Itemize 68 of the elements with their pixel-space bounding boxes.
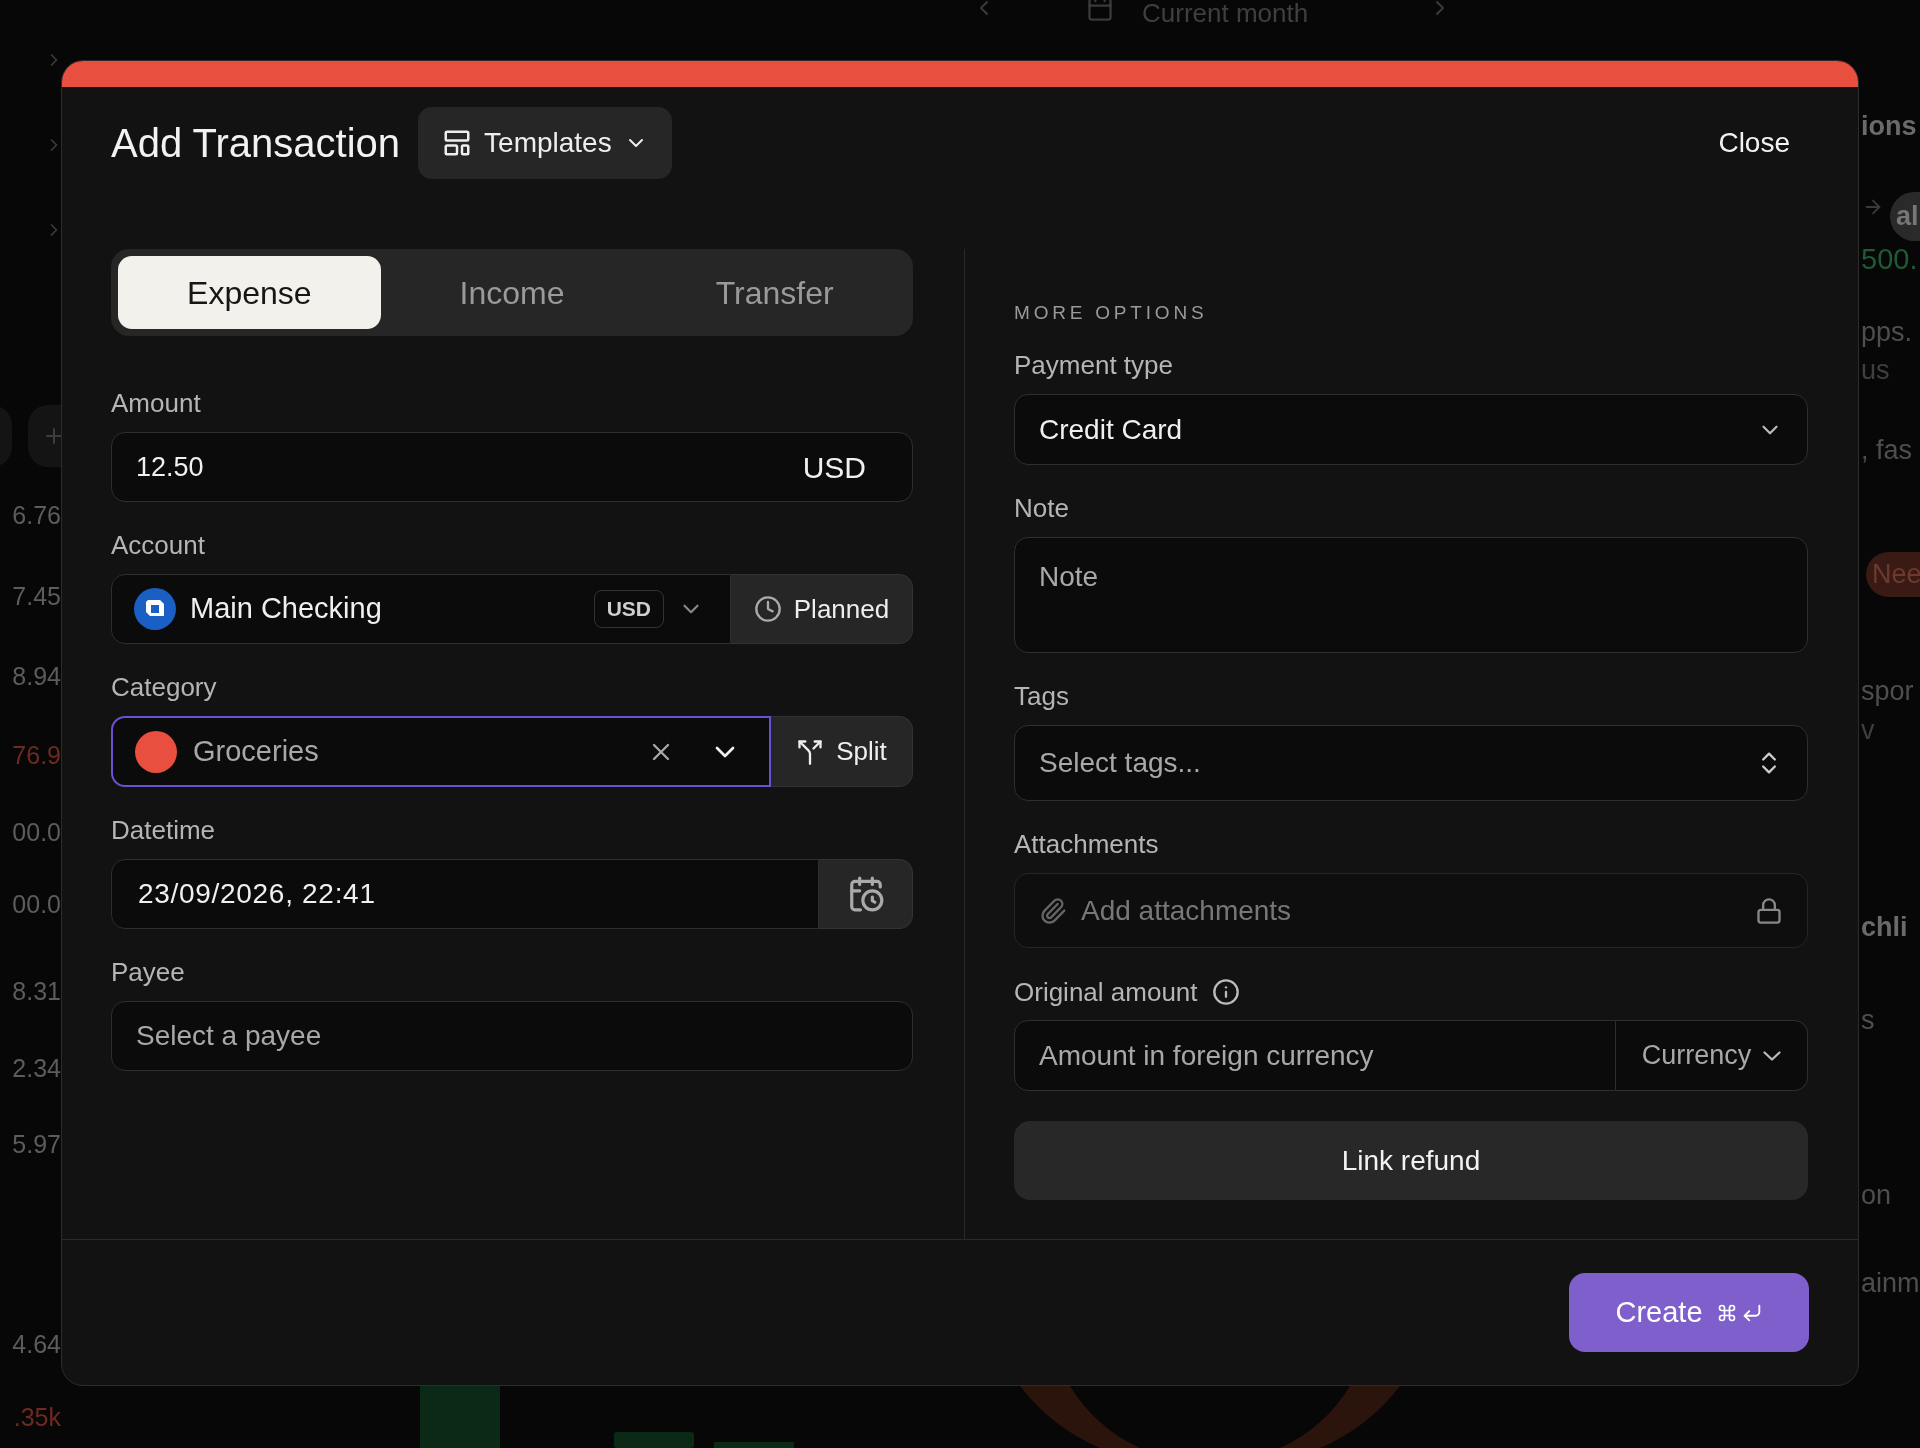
payment-type-select[interactable]: Credit Card	[1014, 394, 1808, 465]
backdrop-amount: 2.34	[12, 1053, 61, 1084]
attachments-field[interactable]: Add attachments	[1014, 873, 1808, 948]
datetime-field[interactable]: 23/09/2026, 22:41	[111, 859, 819, 929]
backdrop-amount: 76.9	[12, 740, 61, 771]
backdrop-text: ainm	[1861, 1267, 1920, 1300]
backdrop-amount: 00.0	[12, 889, 61, 920]
section-heading: MORE OPTIONS	[1014, 303, 1209, 322]
backdrop-text: 500.	[1861, 242, 1918, 277]
paperclip-icon	[1039, 896, 1067, 925]
split-button[interactable]: Split	[771, 716, 913, 787]
bank-logo-icon	[134, 588, 176, 630]
field-label: Payment type	[1014, 352, 1174, 378]
payee-field[interactable]: Select a payee	[111, 1001, 913, 1071]
backdrop-amount: 5.97	[12, 1129, 61, 1160]
type-tab[interactable]: Expense	[118, 256, 381, 329]
backdrop-amount: 7.45	[12, 581, 61, 612]
field-label: Datetime	[111, 817, 217, 843]
backdrop-amount: 00.0	[12, 817, 61, 848]
clock-icon	[753, 595, 782, 623]
field-label: Note	[1014, 495, 1070, 521]
planned-button[interactable]: Planned	[731, 574, 913, 644]
category-select[interactable]: Groceries	[111, 716, 771, 787]
currency-select[interactable]: Currency	[1616, 1020, 1808, 1091]
backdrop-logo: al	[1890, 192, 1920, 241]
type-tab[interactable]: Transfer	[643, 256, 906, 329]
templates-button[interactable]: Templates	[418, 107, 672, 179]
field-label: Attachments	[1014, 831, 1160, 857]
field-label: Payee	[111, 959, 186, 985]
amount-field[interactable]: 12.50 USD	[111, 432, 913, 502]
foreign-amount-field[interactable]: Amount in foreign currency	[1014, 1020, 1616, 1091]
info-icon[interactable]	[1211, 978, 1240, 1006]
backdrop-text: chli	[1861, 911, 1908, 944]
backdrop-text: , fas	[1861, 434, 1913, 467]
backdrop-amount: 8.94	[12, 661, 61, 692]
backdrop-text: spor	[1861, 675, 1914, 708]
create-button[interactable]: Create	[1569, 1273, 1809, 1352]
chevron-down-icon	[1763, 1050, 1782, 1061]
calendar-icon	[1086, 0, 1114, 22]
field-label: Tags	[1014, 683, 1070, 709]
backdrop-text: on	[1861, 1179, 1892, 1212]
backdrop-amount: 6.76	[12, 500, 61, 531]
backdrop-amount: .35k	[13, 1402, 61, 1433]
backdrop-text: us	[1861, 354, 1890, 387]
type-tab[interactable]: Income	[380, 256, 644, 329]
field-label: Category	[111, 674, 218, 700]
close-button[interactable]: Close	[1710, 114, 1798, 172]
layout-icon	[442, 128, 473, 158]
backdrop-amount: 4.64	[12, 1329, 61, 1360]
backdrop-amount: 8.31	[12, 976, 61, 1007]
backdrop-text: s	[1861, 1004, 1875, 1037]
backdrop-text: pps.	[1861, 316, 1913, 349]
field-label: Original amount	[1014, 979, 1198, 1005]
note-field[interactable]: Note	[1014, 537, 1808, 653]
field-label: Account	[111, 532, 206, 558]
field-label: Amount	[111, 390, 202, 416]
dialog-title: Add Transaction	[111, 120, 401, 167]
currency-label: USD	[802, 449, 867, 486]
backdrop-text: ions	[1861, 110, 1917, 143]
account-select[interactable]: Main Checking USD	[111, 574, 731, 644]
account-name: Main Checking	[190, 591, 383, 627]
calendar-button[interactable]	[819, 859, 913, 929]
backdrop-text: v	[1861, 714, 1875, 747]
category-name: Groceries	[193, 733, 320, 769]
split-icon	[796, 737, 825, 766]
currency-badge: USD	[593, 590, 664, 628]
link-refund-button[interactable]: Link refund	[1014, 1121, 1808, 1200]
tags-select[interactable]: Select tags...	[1014, 725, 1808, 801]
